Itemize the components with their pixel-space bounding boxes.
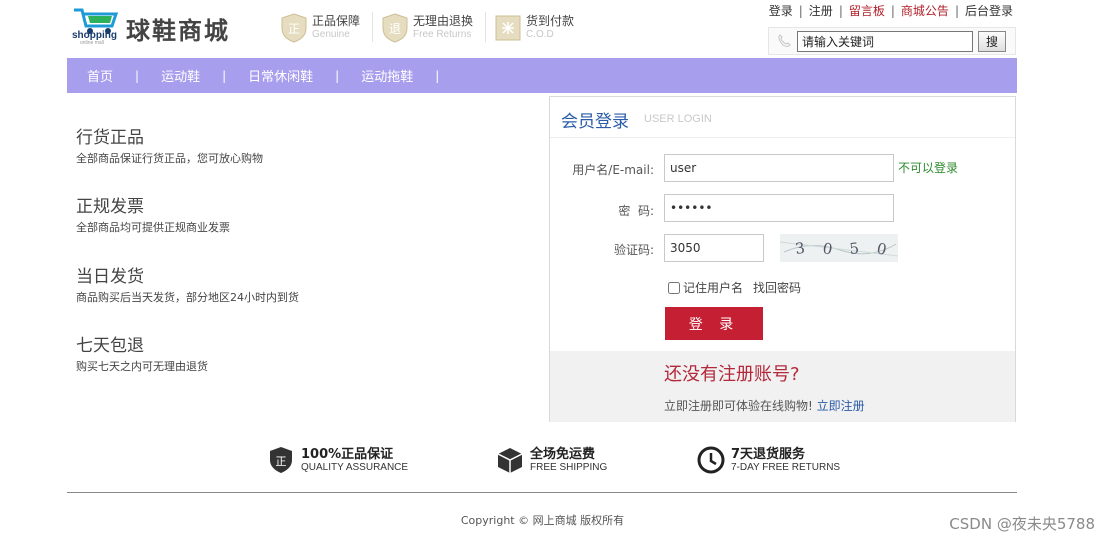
zheng-badge-icon: 正 [270, 447, 292, 473]
search-box: 搜 [768, 27, 1016, 55]
announcement-link[interactable]: 商城公告 [901, 2, 949, 19]
login-panel: 会员登录 USER LOGIN 用户名/E-mail: 不可以登录 密 码: 验… [549, 96, 1016, 422]
service-returns: 7天退货服务 7-DAY FREE RETURNS [697, 446, 840, 474]
password-label: 密 码: [618, 204, 654, 218]
login-title-en: USER LOGIN [644, 113, 712, 125]
shield-zheng-icon: 正 [281, 13, 307, 43]
promise-genuine-label: 正品保障 [312, 14, 361, 28]
login-link[interactable]: 登录 [769, 2, 793, 19]
service-subtitle: QUALITY ASSURANCE [301, 461, 409, 473]
main-nav: 首页 | 运动鞋 | 日常休闲鞋 | 运动拖鞋 | [67, 58, 1017, 93]
register-prompt: 立即注册即可体验在线购物! 立即注册 [664, 397, 865, 414]
svg-text:5: 5 [849, 239, 860, 258]
box-icon [495, 15, 521, 41]
feature-title: 正规发票 [76, 197, 144, 217]
phone-icon [778, 34, 791, 47]
promise-returns: 退 无理由退换 Free Returns [381, 11, 473, 45]
captcha-image[interactable]: 3 0 5 0 [780, 234, 898, 262]
feature-desc: 购买七天之内可无理由退货 [76, 360, 208, 373]
service-title: 100%正品保证 [301, 446, 394, 462]
register-section: 还没有注册账号? 立即注册即可体验在线购物! 立即注册 [550, 351, 1015, 422]
admin-login-link[interactable]: 后台登录 [965, 2, 1013, 19]
nav-separator: | [222, 68, 227, 83]
promise-divider [372, 12, 373, 42]
service-quality: 正 100%正品保证 QUALITY ASSURANCE [267, 446, 408, 474]
no-account-heading: 还没有注册账号? [664, 364, 800, 385]
register-prompt-text: 立即注册即可体验在线购物! [664, 399, 813, 413]
link-separator: | [954, 3, 959, 18]
feature-desc: 全部商品保证行货正品，您可放心购物 [76, 152, 263, 165]
service-subtitle: FREE SHIPPING [530, 461, 608, 473]
register-now-link[interactable]: 立即注册 [817, 399, 865, 413]
feature-genuine: 行货正品 全部商品保证行货正品，您可放心购物 [76, 123, 263, 166]
find-password-link[interactable]: 找回密码 [753, 279, 801, 296]
nav-separator: | [135, 68, 140, 83]
link-separator: | [838, 3, 843, 18]
username-hint: 不可以登录 [898, 161, 959, 175]
site-name[interactable]: 球鞋商城 [126, 11, 230, 46]
promise-cod-label: 货到付款 [526, 14, 575, 28]
password-input[interactable] [664, 194, 894, 222]
svg-text:正: 正 [276, 455, 287, 468]
service-shipping: 全场免运费 FREE SHIPPING [496, 446, 607, 474]
feature-desc: 商品购买后当天发货，部分地区24小时内到货 [76, 291, 299, 304]
nav-item-sports-shoes[interactable]: 运动鞋 [161, 66, 200, 85]
feature-title: 行货正品 [76, 128, 144, 148]
footer-divider [67, 492, 1017, 493]
login-button[interactable]: 登 录 [665, 307, 763, 340]
feature-title: 当日发货 [76, 267, 144, 287]
message-board-link[interactable]: 留言板 [849, 2, 885, 19]
promise-returns-en: Free Returns [413, 29, 472, 40]
search-input[interactable] [797, 31, 973, 52]
username-input[interactable] [664, 154, 894, 182]
feature-returns: 七天包退 购买七天之内可无理由退货 [76, 331, 208, 374]
copyright: Copyright © 网上商城 版权所有 [460, 514, 625, 527]
promise-divider [485, 12, 486, 42]
svg-text:正: 正 [288, 22, 300, 36]
logo-subtext: online mall [80, 40, 104, 46]
link-separator: | [890, 3, 895, 18]
remember-label[interactable]: 记住用户名 [683, 279, 743, 296]
watermark: CSDN @夜未央5788 [949, 515, 1095, 533]
service-subtitle: 7-DAY FREE RETURNS [731, 461, 841, 473]
service-title: 全场免运费 [530, 446, 596, 462]
register-link[interactable]: 注册 [809, 2, 833, 19]
feature-desc: 全部商品均可提供正规商业发票 [76, 221, 230, 234]
nav-separator: | [335, 68, 340, 83]
promise-genuine-en: Genuine [312, 29, 350, 40]
divider [550, 137, 1015, 138]
top-links: 登录 | 注册 | 留言板 | 商城公告 | 后台登录 [769, 2, 1013, 19]
username-label: 用户名/E-mail: [572, 163, 654, 177]
shield-tui-icon: 退 [382, 13, 408, 43]
clock-icon [697, 446, 725, 474]
link-separator: | [798, 3, 803, 18]
promise-returns-label: 无理由退换 [413, 14, 474, 28]
svg-text:退: 退 [389, 22, 401, 36]
promise-cod: 货到付款 C.O.D [494, 11, 574, 45]
nav-item-home[interactable]: 首页 [87, 66, 113, 85]
login-title: 会员登录 [561, 112, 629, 132]
promise-genuine: 正 正品保障 Genuine [280, 11, 360, 45]
remember-checkbox[interactable] [668, 281, 680, 294]
feature-title: 七天包退 [76, 336, 144, 356]
captcha-input[interactable] [664, 234, 764, 262]
service-title: 7天退货服务 [731, 446, 806, 462]
search-button[interactable]: 搜 [978, 31, 1006, 52]
captcha-label: 验证码: [613, 243, 654, 257]
feature-invoice: 正规发票 全部商品均可提供正规商业发票 [76, 192, 230, 235]
nav-item-casual-shoes[interactable]: 日常休闲鞋 [248, 66, 313, 85]
nav-separator: | [435, 68, 440, 83]
cube-icon [497, 448, 523, 473]
remember-row: 记住用户名 找回密码 [668, 279, 801, 296]
promise-cod-en: C.O.D [526, 29, 554, 40]
nav-item-sports-slippers[interactable]: 运动拖鞋 [361, 66, 413, 85]
feature-same-day: 当日发货 商品购买后当天发货，部分地区24小时内到货 [76, 262, 299, 305]
